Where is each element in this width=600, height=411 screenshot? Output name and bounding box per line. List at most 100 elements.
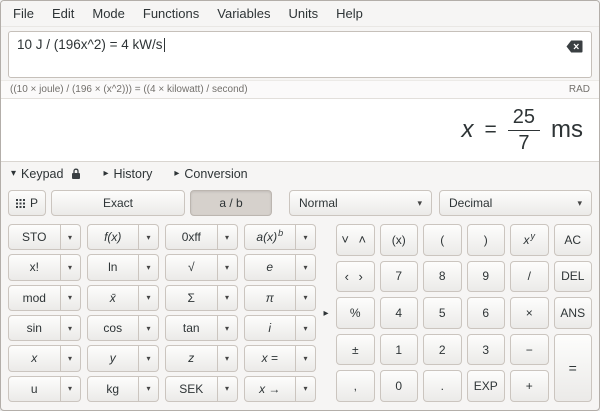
menu-file[interactable]: File: [5, 3, 42, 24]
key-sqrt[interactable]: √: [165, 254, 218, 280]
key-minus[interactable]: −: [510, 334, 549, 366]
key-var-z[interactable]: z: [165, 345, 218, 371]
key-digit-5[interactable]: 5: [423, 297, 462, 329]
key-paren-x[interactable]: (x): [380, 224, 419, 256]
menu-units[interactable]: Units: [281, 3, 327, 24]
key-tan[interactable]: tan: [165, 315, 218, 341]
key-multiply[interactable]: ×: [510, 297, 549, 329]
key-pi[interactable]: π: [244, 285, 297, 311]
key-open-paren[interactable]: (: [423, 224, 462, 256]
key-cursor-up-down[interactable]: ˅ ˄: [336, 224, 375, 256]
key-sin-menu[interactable]: ▾: [61, 315, 81, 341]
menu-mode[interactable]: Mode: [84, 3, 133, 24]
key-var-z-menu[interactable]: ▾: [218, 345, 238, 371]
tab-history[interactable]: ▸ History: [103, 167, 152, 181]
key-pi-menu[interactable]: ▾: [296, 285, 316, 311]
key-unit-u[interactable]: u: [8, 376, 61, 402]
key-fx-menu[interactable]: ▾: [139, 224, 159, 250]
key-axb-menu[interactable]: ▾: [296, 224, 316, 250]
menu-edit[interactable]: Edit: [44, 3, 82, 24]
key-plus[interactable]: +: [510, 370, 549, 402]
key-comma[interactable]: ,: [336, 370, 375, 402]
key-axb[interactable]: a(x)b: [244, 224, 297, 250]
key-unit-u-menu[interactable]: ▾: [61, 376, 81, 402]
key-convert[interactable]: x →: [244, 376, 297, 402]
key-digit-1[interactable]: 1: [380, 334, 419, 366]
key-clear-all[interactable]: AC: [554, 224, 593, 256]
key-digit-9[interactable]: 9: [467, 261, 506, 293]
key-var-x-menu[interactable]: ▾: [61, 345, 81, 371]
key-solve-menu[interactable]: ▾: [296, 345, 316, 371]
key-e[interactable]: e: [244, 254, 297, 280]
number-base-select[interactable]: Decimal ▾: [439, 190, 592, 216]
keypad-pane-expander[interactable]: ▸: [319, 224, 333, 402]
key-digit-3[interactable]: 3: [467, 334, 506, 366]
key-digit-6[interactable]: 6: [467, 297, 506, 329]
tab-conversion[interactable]: ▸ Conversion: [174, 167, 247, 181]
key-mean-menu[interactable]: ▾: [139, 285, 159, 311]
key-delete[interactable]: DEL: [554, 261, 593, 293]
key-fx[interactable]: f(x): [87, 224, 140, 250]
key-sum-menu[interactable]: ▾: [218, 285, 238, 311]
key-power[interactable]: xy: [510, 224, 549, 256]
key-convert-menu[interactable]: ▾: [296, 376, 316, 402]
keypad-mode-button[interactable]: P: [8, 190, 46, 216]
key-decimal-point[interactable]: .: [423, 370, 462, 402]
keypad-lock-toggle[interactable]: [71, 168, 81, 180]
key-sin[interactable]: sin: [8, 315, 61, 341]
exact-toggle-button[interactable]: Exact: [51, 190, 185, 216]
key-0xff[interactable]: 0xff: [165, 224, 218, 250]
key-divide[interactable]: /: [510, 261, 549, 293]
key-var-y-menu[interactable]: ▾: [139, 345, 159, 371]
key-sto[interactable]: STO: [8, 224, 61, 250]
menu-variables[interactable]: Variables: [209, 3, 278, 24]
key-plus-minus[interactable]: ±: [336, 334, 375, 366]
key-unit-kg[interactable]: kg: [87, 376, 140, 402]
key-factorial-menu[interactable]: ▾: [61, 254, 81, 280]
key-mod-menu[interactable]: ▾: [61, 285, 81, 311]
key-e-menu[interactable]: ▾: [296, 254, 316, 280]
key-solve[interactable]: x =: [244, 345, 297, 371]
key-digit-8[interactable]: 8: [423, 261, 462, 293]
key-cursor-left-right[interactable]: ‹ ›: [336, 261, 375, 293]
triangle-right-icon: ▸: [174, 168, 179, 179]
key-tan-menu[interactable]: ▾: [218, 315, 238, 341]
display-mode-select[interactable]: Normal ▾: [289, 190, 432, 216]
key-sqrt-menu[interactable]: ▾: [218, 254, 238, 280]
key-answer[interactable]: ANS: [554, 297, 593, 329]
key-mod[interactable]: mod: [8, 285, 61, 311]
expression-input[interactable]: 10 J / (196x^2) = 4 kW/s: [8, 31, 592, 78]
key-digit-7[interactable]: 7: [380, 261, 419, 293]
fraction-denominator: 7: [518, 131, 529, 154]
key-digit-4[interactable]: 4: [380, 297, 419, 329]
key-equals[interactable]: =: [554, 334, 593, 402]
key-digit-2[interactable]: 2: [423, 334, 462, 366]
key-ln[interactable]: ln: [87, 254, 140, 280]
menubar: File Edit Mode Functions Variables Units…: [1, 1, 599, 27]
menu-functions[interactable]: Functions: [135, 3, 207, 24]
key-currency-sek[interactable]: SEK: [165, 376, 218, 402]
key-exponent[interactable]: EXP: [467, 370, 506, 402]
key-unit-kg-menu[interactable]: ▾: [139, 376, 159, 402]
key-factorial[interactable]: x!: [8, 254, 61, 280]
key-cos-menu[interactable]: ▾: [139, 315, 159, 341]
key-close-paren[interactable]: ): [467, 224, 506, 256]
tab-keypad[interactable]: ▾ Keypad: [11, 167, 63, 181]
key-imaginary[interactable]: i: [244, 315, 297, 341]
key-ln-menu[interactable]: ▾: [139, 254, 159, 280]
key-percent[interactable]: %: [336, 297, 375, 329]
fraction-toggle-button[interactable]: a / b: [190, 190, 272, 216]
key-imaginary-menu[interactable]: ▾: [296, 315, 316, 341]
key-mean[interactable]: x̄: [87, 285, 140, 311]
angle-mode-indicator[interactable]: RAD: [569, 84, 590, 95]
key-sto-menu[interactable]: ▾: [61, 224, 81, 250]
key-cos[interactable]: cos: [87, 315, 140, 341]
key-currency-sek-menu[interactable]: ▾: [218, 376, 238, 402]
backspace-clear-icon[interactable]: [566, 40, 583, 53]
menu-help[interactable]: Help: [328, 3, 371, 24]
key-var-y[interactable]: y: [87, 345, 140, 371]
key-sum[interactable]: Σ: [165, 285, 218, 311]
key-0xff-menu[interactable]: ▾: [218, 224, 238, 250]
key-digit-0[interactable]: 0: [380, 370, 419, 402]
key-var-x[interactable]: x: [8, 345, 61, 371]
